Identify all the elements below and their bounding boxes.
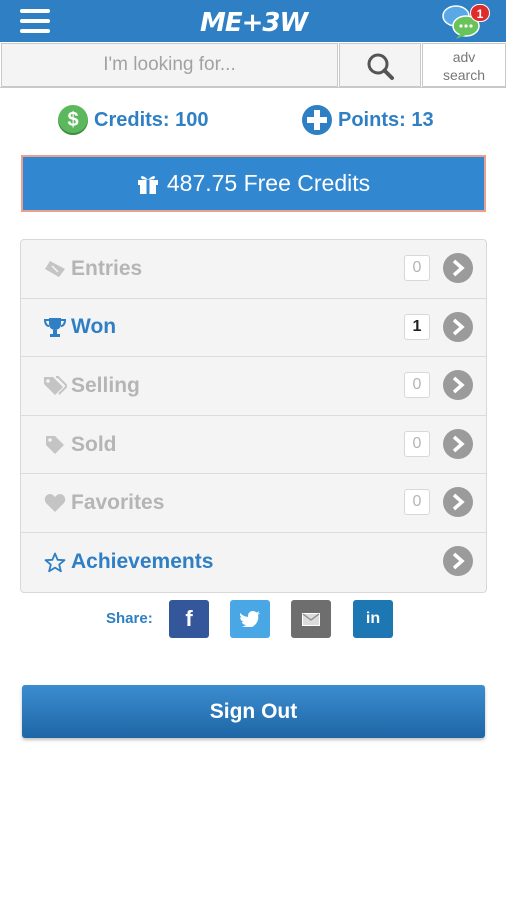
sold-count: 0	[404, 430, 430, 457]
menu-item-label: Achievements	[71, 550, 214, 574]
menu-item-won[interactable]: Won 1	[21, 299, 486, 358]
credits-label: Credits: 100	[94, 108, 209, 131]
plus-circle-icon	[302, 105, 332, 135]
won-count: 1	[404, 313, 430, 340]
ticket-icon	[43, 258, 67, 280]
menu-item-selling[interactable]: Selling 0	[21, 357, 486, 416]
chevron-right-icon[interactable]	[443, 545, 473, 576]
entries-count: 0	[404, 255, 430, 281]
trophy-icon	[43, 316, 67, 338]
search-icon	[367, 53, 394, 80]
email-share-button[interactable]	[291, 600, 331, 638]
facebook-icon: f	[185, 606, 193, 631]
linkedin-share-button[interactable]: in	[353, 600, 393, 638]
top-bar: ME+3W 1	[0, 0, 506, 42]
chevron-right-icon[interactable]	[443, 311, 473, 342]
menu-item-entries[interactable]: Entries 0	[21, 240, 486, 299]
chevron-right-icon[interactable]	[443, 428, 473, 459]
menu-item-label: Won	[71, 315, 117, 339]
heart-icon	[43, 492, 67, 514]
menu-item-label: Selling	[71, 373, 140, 397]
free-credits-button[interactable]: 487.75 Free Credits	[21, 155, 486, 212]
twitter-icon	[240, 611, 260, 627]
messages-icon[interactable]: 1	[442, 2, 498, 40]
menu-item-label: Entries	[71, 256, 143, 280]
chevron-right-icon[interactable]	[443, 370, 473, 401]
menu-item-achievements[interactable]: Achievements	[21, 533, 486, 592]
app-logo[interactable]: ME+3W	[200, 8, 308, 38]
menu-item-sold[interactable]: Sold 0	[21, 416, 486, 475]
tag-icon	[43, 434, 67, 456]
chevron-right-icon[interactable]	[443, 487, 473, 518]
dollar-coin-icon: $	[58, 105, 88, 135]
tags-icon	[43, 375, 67, 397]
selling-count: 0	[404, 372, 430, 399]
points-stat[interactable]: Points: 13	[302, 104, 434, 136]
search-button[interactable]	[339, 43, 421, 87]
credits-stat[interactable]: $ Credits: 100	[58, 104, 209, 136]
notification-badge: 1	[470, 4, 490, 22]
adv-search-line2: search	[442, 67, 486, 83]
account-stats: $ Credits: 100 Points: 13	[0, 100, 506, 140]
search-bar: adv search	[0, 42, 506, 88]
facebook-share-button[interactable]: f	[169, 600, 209, 638]
star-outline-icon	[43, 551, 67, 573]
adv-search-line1: adv	[452, 49, 476, 65]
sign-out-label: Sign Out	[209, 699, 298, 723]
envelope-icon	[302, 612, 320, 626]
menu-item-label: Favorites	[71, 491, 165, 515]
menu-icon[interactable]	[20, 9, 50, 33]
free-credits-label: 487.75 Free Credits	[166, 170, 371, 196]
twitter-share-button[interactable]	[230, 600, 270, 638]
advanced-search-button[interactable]: adv search	[422, 43, 506, 87]
gift-icon	[137, 175, 158, 194]
search-input[interactable]	[1, 43, 338, 87]
favorites-count: 0	[404, 489, 430, 516]
account-menu: Entries 0 Won 1 Selling 0 Sold 0 Favorit…	[20, 239, 487, 593]
sign-out-button[interactable]: Sign Out	[22, 685, 485, 738]
menu-item-label: Sold	[71, 432, 117, 456]
share-label: Share:	[106, 610, 153, 627]
menu-item-favorites[interactable]: Favorites 0	[21, 474, 486, 533]
points-label: Points: 13	[338, 108, 434, 131]
share-row: Share: f in	[0, 600, 506, 638]
chevron-right-icon[interactable]	[443, 253, 473, 283]
linkedin-icon: in	[365, 610, 381, 627]
